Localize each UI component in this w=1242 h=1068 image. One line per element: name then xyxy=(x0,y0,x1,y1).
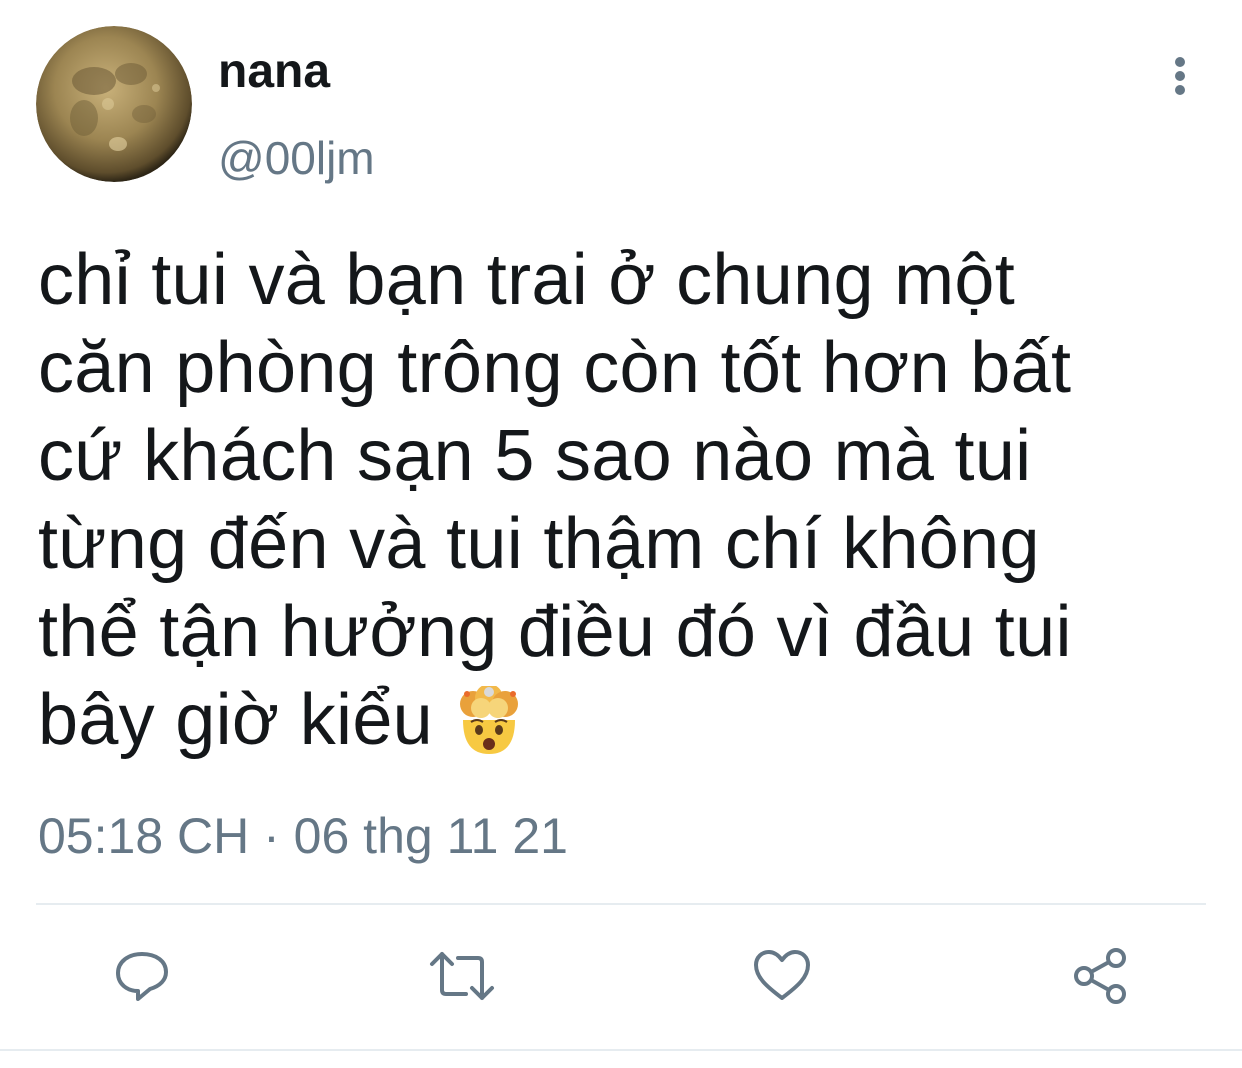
share-button[interactable] xyxy=(1070,946,1130,1006)
exploding-head-emoji xyxy=(453,684,525,756)
user-handle[interactable]: @00ljm xyxy=(218,130,375,186)
reply-button[interactable] xyxy=(112,946,172,1006)
more-vertical-icon xyxy=(1175,57,1185,95)
retweet-button[interactable] xyxy=(428,946,494,1006)
display-name[interactable]: nana xyxy=(218,44,330,100)
divider xyxy=(0,1049,1242,1051)
retweet-icon xyxy=(430,952,494,1000)
share-icon xyxy=(1074,948,1126,1004)
moon-avatar-icon xyxy=(36,26,192,182)
tweet-text: chỉ tui và bạn trai ở chung một căn phòn… xyxy=(38,236,1188,764)
divider xyxy=(36,903,1206,905)
like-button[interactable] xyxy=(752,946,812,1006)
avatar[interactable] xyxy=(36,26,192,182)
comment-icon xyxy=(116,952,168,1001)
tweet-body: chỉ tui và bạn trai ở chung một căn phòn… xyxy=(38,240,1072,760)
heart-icon xyxy=(754,950,810,1000)
tweet-timestamp[interactable]: 05:18 CH · 06 thg 11 21 xyxy=(38,806,568,866)
tweet-card: nana @00ljm chỉ tui và bạn trai ở chung … xyxy=(0,0,1242,1068)
more-options-button[interactable] xyxy=(1158,52,1202,100)
